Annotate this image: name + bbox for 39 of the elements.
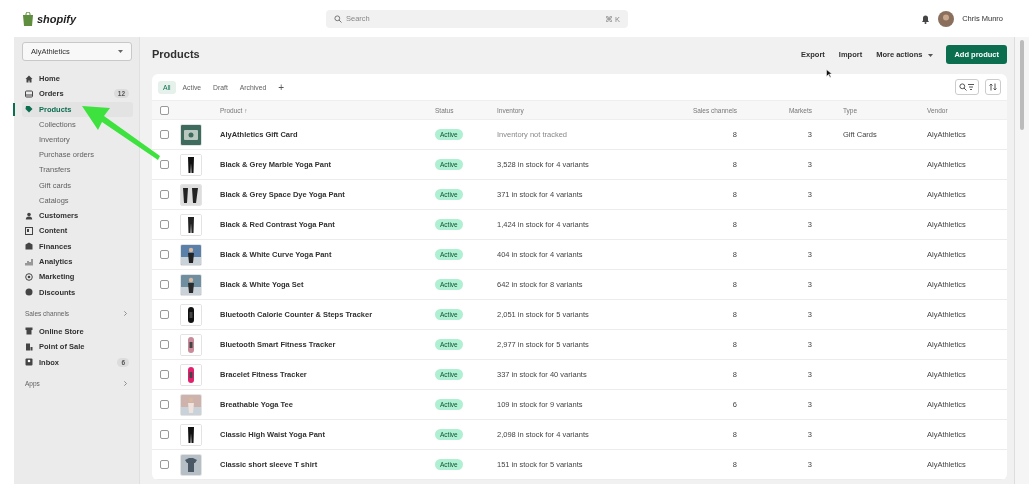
- search-filter-icon: [959, 83, 975, 91]
- caret-icon: [928, 53, 934, 57]
- shopify-bag-icon: [22, 11, 34, 26]
- scrollbar-thumb[interactable]: [1020, 40, 1024, 130]
- nav-icon: [25, 211, 33, 220]
- nav-icon: [25, 342, 33, 351]
- search-icon: [334, 14, 342, 23]
- row-checkbox[interactable]: [160, 220, 169, 229]
- row-checkbox[interactable]: [160, 280, 169, 289]
- nav-icon: [25, 89, 33, 98]
- nav-icon: [25, 358, 33, 367]
- row-checkbox[interactable]: [160, 160, 169, 169]
- nav-icon: [25, 105, 33, 114]
- sort-button[interactable]: [985, 79, 1001, 95]
- select-all-checkbox[interactable]: [160, 105, 169, 115]
- row-checkbox[interactable]: [160, 430, 169, 439]
- nav-icon: [25, 226, 33, 235]
- row-checkbox[interactable]: [160, 310, 169, 319]
- sort-icon: [989, 83, 997, 91]
- bell-icon[interactable]: [921, 13, 931, 24]
- row-checkbox[interactable]: [160, 400, 169, 409]
- nav-icon: [25, 242, 33, 251]
- row-checkbox[interactable]: [160, 340, 169, 349]
- row-checkbox[interactable]: [160, 250, 169, 259]
- chevron-icon[interactable]: [124, 381, 127, 387]
- add-view-button[interactable]: +: [273, 78, 290, 96]
- nav-icon: [25, 327, 33, 336]
- caret-icon: [118, 50, 123, 53]
- row-checkbox[interactable]: [160, 130, 169, 139]
- page-title: Products: [152, 48, 201, 60]
- chevron-icon[interactable]: [124, 311, 127, 317]
- nav-icon: [25, 74, 33, 83]
- avatar[interactable]: [938, 10, 955, 27]
- search-filter-button[interactable]: [955, 79, 979, 95]
- row-checkbox[interactable]: [160, 370, 169, 379]
- logo-text: shopify: [37, 12, 77, 25]
- nav-icon: [25, 257, 33, 266]
- row-checkbox[interactable]: [160, 460, 169, 469]
- row-checkbox[interactable]: [160, 190, 169, 199]
